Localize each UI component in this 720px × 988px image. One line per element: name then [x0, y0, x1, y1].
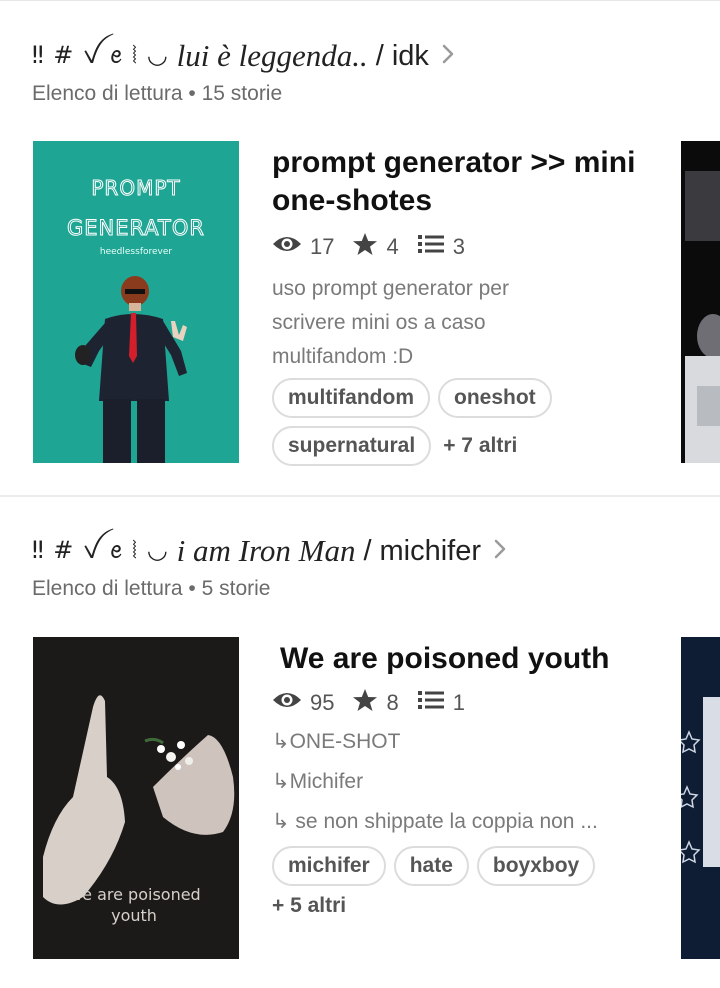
reading-list-subtitle: Elenco di lettura • 15 storie	[32, 82, 283, 105]
reads-count: 95	[310, 690, 335, 715]
reading-list-subtitle: Elenco di lettura • 5 storie	[32, 577, 271, 600]
story-meta-2: 95 8 1 ↳ONE-SHOT ↳Michifer ↳ se non ship…	[272, 686, 652, 926]
reading-list-title-row[interactable]: ‼ # ꪜ ꫀ ⦚ ◡ lui è leggenda.. / idk	[32, 36, 455, 76]
tag-chip[interactable]: michifer	[272, 846, 386, 886]
list-icon	[417, 233, 445, 261]
more-tags-link[interactable]: + 5 altri	[272, 894, 346, 918]
story-stats: 17 4 3	[272, 230, 652, 264]
list-icon	[417, 689, 445, 717]
decorative-symbols: ‼ # ꪜ ꫀ ⦚ ◡	[32, 40, 169, 69]
decorative-symbols: ‼ # ꪜ ꫀ ⦚ ◡	[32, 535, 169, 564]
top-divider	[0, 0, 720, 1]
parts-stat: 3	[417, 233, 465, 261]
reading-list-title: i am Iron Man	[176, 533, 356, 568]
next-story-cover-peek-1[interactable]	[681, 141, 720, 463]
votes-stat: 8	[352, 688, 399, 718]
story-description: ↳ONE-SHOT ↳Michifer ↳ se non shippate la…	[272, 722, 652, 842]
votes-count: 8	[386, 690, 399, 715]
parts-count: 3	[452, 234, 465, 259]
story-info-1[interactable]: prompt generator >> mini one-shotes 17 4…	[272, 144, 652, 474]
next-story-cover-peek-2[interactable]	[681, 637, 720, 959]
more-tags-link[interactable]: + 7 altri	[439, 434, 517, 458]
reads-stat: 17	[272, 234, 334, 260]
story-tags: multifandom oneshot supernatural + 7 alt…	[272, 378, 652, 466]
story-cover-2[interactable]: We are poisoned youth	[33, 637, 239, 959]
chevron-right-icon[interactable]	[441, 43, 455, 70]
tag-chip[interactable]: boyxboy	[476, 846, 596, 886]
story-description: uso prompt generator per scrivere mini o…	[272, 272, 652, 374]
reads-stat: 95	[272, 690, 334, 716]
description-line: uso prompt generator per	[272, 277, 509, 300]
parts-count: 1	[452, 690, 465, 715]
cover-text-line2: GENERATOR	[67, 216, 205, 240]
tag-chip[interactable]: oneshot	[438, 378, 552, 418]
description-line: ↳Michifer	[272, 770, 364, 793]
story-title[interactable]: We are poisoned youth	[280, 640, 660, 678]
reading-list-header-1[interactable]: ‼ # ꪜ ꫀ ⦚ ◡ lui è leggenda.. / idk Elenc…	[32, 36, 455, 106]
tag-chip[interactable]: multifandom	[272, 378, 430, 418]
section-divider	[0, 495, 720, 497]
reads-count: 17	[310, 234, 335, 259]
title-separator: /	[363, 534, 372, 567]
reading-list-title: lui è leggenda..	[176, 38, 368, 73]
tag-chip[interactable]: supernatural	[272, 426, 432, 466]
description-line: multifandom :D	[272, 345, 414, 368]
eye-icon	[272, 234, 302, 260]
parts-stat: 1	[417, 689, 465, 717]
story-stats: 95 8 1	[272, 686, 652, 720]
story-title[interactable]: prompt generator >> mini one-shotes	[272, 144, 652, 220]
eye-icon	[272, 690, 302, 716]
story-info-2[interactable]: We are poisoned youth	[280, 640, 660, 678]
chevron-right-icon[interactable]	[493, 538, 507, 565]
cover-credit: heedlessforever	[100, 247, 172, 257]
reading-list-owner: idk	[391, 39, 429, 72]
reading-list-owner: michifer	[379, 534, 482, 567]
cover-text-line2: youth	[111, 906, 157, 925]
tag-chip[interactable]: hate	[393, 846, 469, 886]
reading-list-title-row[interactable]: ‼ # ꪜ ꫀ ⦚ ◡ i am Iron Man / michifer	[32, 531, 507, 571]
title-separator: /	[375, 39, 384, 72]
votes-stat: 4	[352, 232, 399, 262]
description-line: ↳ONE-SHOT	[272, 730, 401, 753]
cover-text-line1: We are poisoned	[67, 885, 200, 904]
story-tags: michifer hate boyxboy + 5 altri	[272, 846, 652, 918]
description-line: ↳ se non shippate la coppia non ...	[272, 810, 598, 833]
description-line: scrivere mini os a caso	[272, 311, 486, 334]
star-icon	[352, 232, 378, 262]
cover-text-line1: PROMPT	[91, 176, 180, 200]
story-cover-1[interactable]: PROMPT GENERATOR heedlessforever	[33, 141, 239, 463]
votes-count: 4	[386, 234, 399, 259]
star-icon	[352, 688, 378, 718]
reading-list-header-2[interactable]: ‼ # ꪜ ꫀ ⦚ ◡ i am Iron Man / michifer Ele…	[32, 531, 507, 601]
